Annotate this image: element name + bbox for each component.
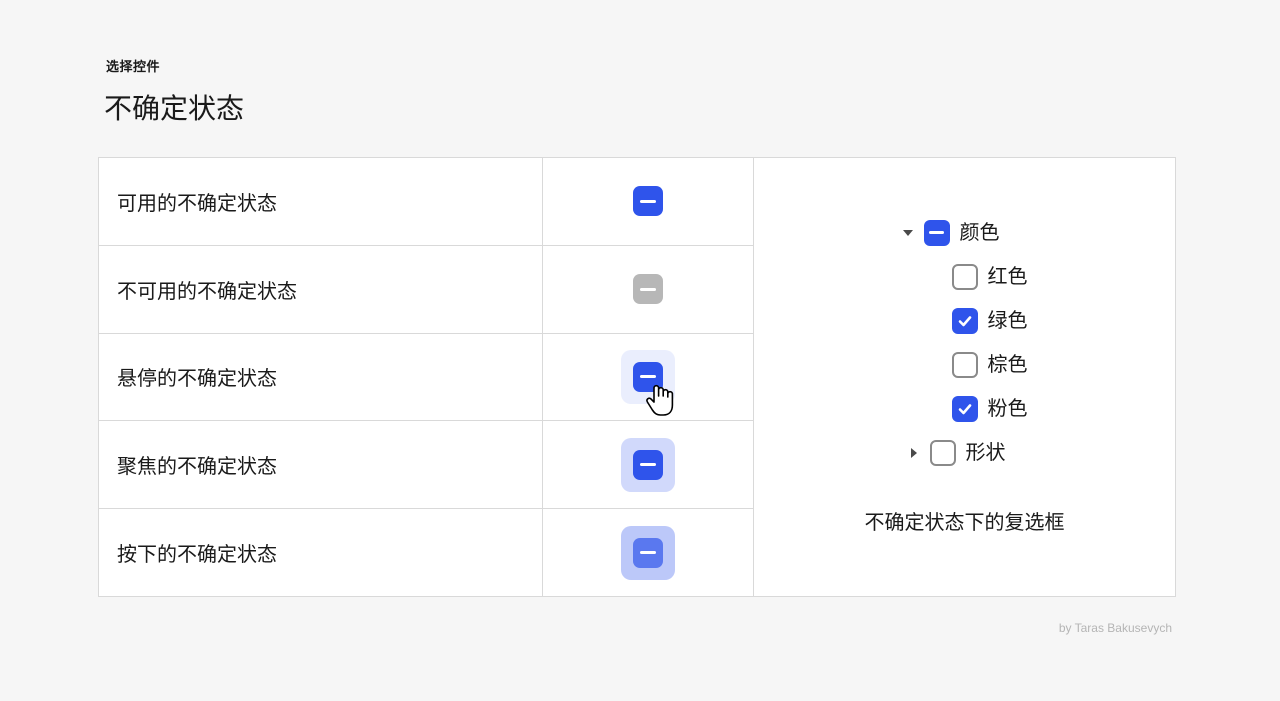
chevron-right-icon[interactable]	[908, 447, 920, 459]
tree-child-red[interactable]: 红色	[902, 264, 1028, 290]
tree-label: 粉色	[988, 399, 1028, 419]
checkbox-indeterminate-disabled	[633, 274, 663, 304]
state-row-disabled: 不可用的不确定状态	[99, 246, 754, 334]
state-row-pressed: 按下的不确定状态	[99, 509, 754, 596]
tree-sibling-shape[interactable]: 形状	[902, 440, 1028, 466]
credit-text: by Taras Bakusevych	[1059, 621, 1172, 635]
state-demo-disabled	[543, 246, 754, 333]
example-caption: 不确定状态下的复选框	[865, 506, 1065, 535]
checkbox-unchecked[interactable]	[930, 440, 956, 466]
checkbox-unchecked[interactable]	[952, 264, 978, 290]
tree-label: 形状	[966, 443, 1006, 463]
tree-child-brown[interactable]: 棕色	[902, 352, 1028, 378]
state-row-enabled: 可用的不确定状态	[99, 158, 754, 246]
checkbox-indeterminate-enabled[interactable]	[633, 186, 663, 216]
state-demo-focus	[543, 421, 754, 508]
checkbox-indeterminate-pressed[interactable]	[633, 538, 663, 568]
hover-halo	[621, 350, 675, 404]
tree-parent-color[interactable]: 颜色	[902, 220, 1028, 246]
state-row-focus: 聚焦的不确定状态	[99, 421, 754, 509]
tree-label: 棕色	[988, 355, 1028, 375]
page: 选择控件 不确定状态 可用的不确定状态 不可用的不确定状态 悬停的不确定状态	[0, 0, 1280, 597]
tree-label: 绿色	[988, 311, 1028, 331]
state-label: 悬停的不确定状态	[99, 334, 543, 421]
example-column: 颜色 红色 绿色 棕色	[754, 158, 1175, 596]
state-demo-enabled	[543, 158, 754, 245]
chevron-down-icon[interactable]	[902, 227, 914, 239]
checkbox-tree: 颜色 红色 绿色 棕色	[902, 220, 1028, 466]
checkbox-indeterminate-hover[interactable]	[633, 362, 663, 392]
state-demo-pressed	[543, 509, 754, 596]
tree-label: 颜色	[960, 223, 1000, 243]
press-halo	[621, 526, 675, 580]
state-label: 按下的不确定状态	[99, 509, 543, 596]
focus-halo	[621, 438, 675, 492]
checkbox-checked[interactable]	[952, 396, 978, 422]
checkbox-unchecked[interactable]	[952, 352, 978, 378]
checkbox-indeterminate-focus[interactable]	[633, 450, 663, 480]
section-eyebrow: 选择控件	[106, 56, 1182, 75]
checkbox-indeterminate-color[interactable]	[924, 220, 950, 246]
state-label: 可用的不确定状态	[99, 158, 543, 245]
states-column: 可用的不确定状态 不可用的不确定状态 悬停的不确定状态	[99, 158, 754, 596]
state-demo-hover	[543, 334, 754, 421]
tree-label: 红色	[988, 267, 1028, 287]
page-title: 不确定状态	[104, 87, 1182, 127]
state-row-hover: 悬停的不确定状态	[99, 334, 754, 422]
state-label: 聚焦的不确定状态	[99, 421, 543, 508]
checkbox-checked[interactable]	[952, 308, 978, 334]
content-panel: 可用的不确定状态 不可用的不确定状态 悬停的不确定状态	[98, 157, 1176, 597]
tree-child-pink[interactable]: 粉色	[902, 396, 1028, 422]
tree-child-green[interactable]: 绿色	[902, 308, 1028, 334]
state-label: 不可用的不确定状态	[99, 246, 543, 333]
